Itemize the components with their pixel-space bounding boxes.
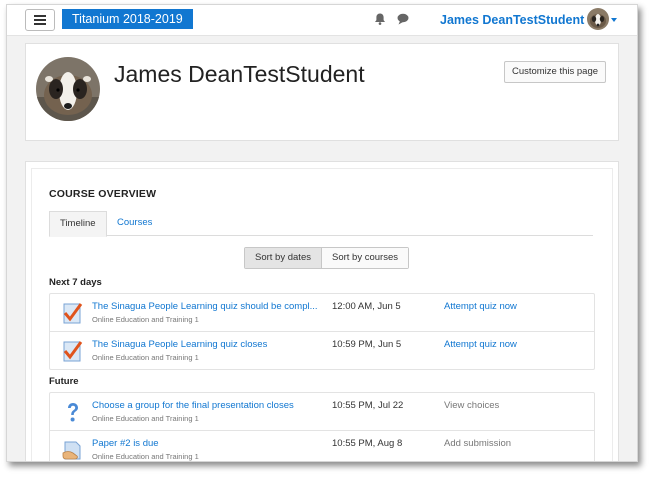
block-title: COURSE OVERVIEW xyxy=(49,188,157,200)
page-title: James DeanTestStudent xyxy=(114,61,365,87)
badger-avatar-icon xyxy=(587,8,609,30)
event-course: Online Education and Training 1 xyxy=(92,452,199,461)
course-overview-inner: COURSE OVERVIEW Timeline Courses Sort by… xyxy=(31,168,613,461)
chat-icon[interactable] xyxy=(396,12,410,26)
quiz-icon xyxy=(63,341,83,362)
avatar[interactable] xyxy=(587,8,609,30)
badger-photo-icon xyxy=(36,57,100,121)
event-link[interactable]: The Sinagua People Learning quiz closes xyxy=(92,339,267,350)
bell-icon[interactable] xyxy=(373,12,387,26)
menu-toggle-button[interactable] xyxy=(25,9,55,31)
event-action-link[interactable]: Attempt quiz now xyxy=(444,301,517,312)
list-item: Paper #2 is due Online Education and Tra… xyxy=(50,431,594,461)
top-navbar: Titanium 2018-2019 James DeanTestStudent xyxy=(7,5,637,36)
list-item: Choose a group for the final presentatio… xyxy=(50,393,594,431)
event-course: Online Education and Training 1 xyxy=(92,315,199,324)
section-label-future: Future xyxy=(49,376,79,387)
event-time: 10:55 PM, Jul 22 xyxy=(332,400,404,411)
event-action-link[interactable]: Attempt quiz now xyxy=(444,339,517,350)
sort-by-courses-button[interactable]: Sort by courses xyxy=(321,248,408,268)
quiz-icon xyxy=(63,303,83,324)
event-time: 12:00 AM, Jun 5 xyxy=(332,301,401,312)
event-link[interactable]: The Sinagua People Learning quiz should … xyxy=(92,301,318,312)
assignment-icon xyxy=(62,441,81,460)
event-time: 10:59 PM, Jun 5 xyxy=(332,339,402,350)
page-header: James DeanTestStudent Customize this pag… xyxy=(25,43,619,141)
tab-timeline[interactable]: Timeline xyxy=(49,211,107,237)
event-list-future: Choose a group for the final presentatio… xyxy=(49,392,595,461)
overview-tabs: Timeline Courses xyxy=(49,211,593,237)
list-item: The Sinagua People Learning quiz should … xyxy=(50,294,594,332)
event-action-link[interactable]: View choices xyxy=(444,400,499,411)
course-overview-block: COURSE OVERVIEW Timeline Courses Sort by… xyxy=(25,161,619,461)
site-title-link[interactable]: Titanium 2018-2019 xyxy=(62,9,193,29)
event-course: Online Education and Training 1 xyxy=(92,414,199,423)
choice-icon xyxy=(68,403,78,422)
sort-toggle-group: Sort by dates Sort by courses xyxy=(244,247,409,269)
browser-frame: Titanium 2018-2019 James DeanTestStudent xyxy=(6,4,638,462)
event-action-link[interactable]: Add submission xyxy=(444,438,511,449)
event-link[interactable]: Paper #2 is due xyxy=(92,438,159,449)
event-list-next-7-days: The Sinagua People Learning quiz should … xyxy=(49,293,595,370)
chevron-down-icon[interactable] xyxy=(611,18,617,22)
sort-by-dates-button[interactable]: Sort by dates xyxy=(245,248,322,268)
section-label-next-7-days: Next 7 days xyxy=(49,277,102,288)
event-link[interactable]: Choose a group for the final presentatio… xyxy=(92,400,294,411)
event-course: Online Education and Training 1 xyxy=(92,353,199,362)
event-time: 10:55 PM, Aug 8 xyxy=(332,438,403,449)
user-menu-name[interactable]: James DeanTestStudent xyxy=(440,11,584,29)
profile-picture xyxy=(36,57,100,121)
tab-courses[interactable]: Courses xyxy=(107,211,162,235)
list-item: The Sinagua People Learning quiz closes … xyxy=(50,332,594,369)
customize-page-button[interactable]: Customize this page xyxy=(504,61,606,83)
menu-icon xyxy=(34,15,46,25)
